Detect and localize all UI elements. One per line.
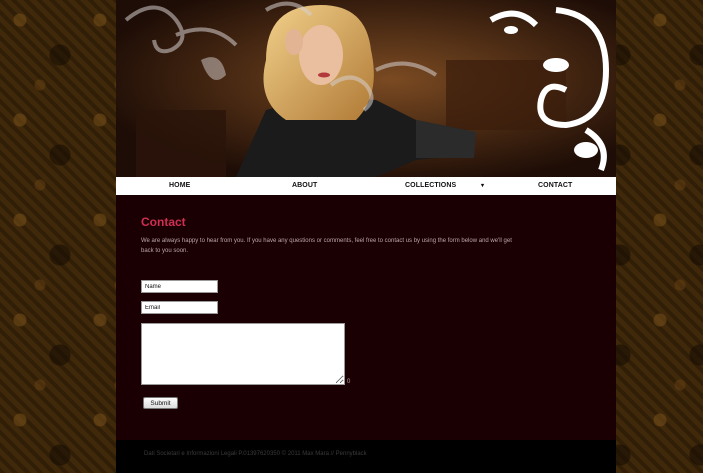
page-container: HOME ABOUT COLLECTIONS ▾ CONTACT Contact…	[116, 0, 616, 473]
nav-item-about[interactable]: ABOUT	[292, 177, 317, 195]
nav-item-home[interactable]: HOME	[169, 177, 190, 195]
name-field[interactable]	[141, 280, 218, 293]
nav-item-contact[interactable]: CONTACT	[538, 177, 572, 195]
footer-legal-text: Dati Societari e Informazioni Legali P.0…	[144, 451, 367, 457]
page-title: Contact	[141, 215, 186, 229]
footer: Dati Societari e Informazioni Legali P.0…	[116, 440, 616, 473]
email-field[interactable]	[141, 301, 218, 314]
submit-button[interactable]: Submit	[143, 397, 178, 409]
header-banner	[116, 0, 616, 177]
message-textarea[interactable]	[141, 323, 345, 385]
nav-item-collections[interactable]: COLLECTIONS	[405, 177, 456, 195]
contact-section: Contact We are always happy to hear from…	[116, 195, 616, 440]
banner-photo	[116, 0, 616, 177]
intro-text: We are always happy to hear from you. If…	[141, 238, 512, 254]
character-counter: 0	[347, 379, 351, 385]
chevron-down-icon[interactable]: ▾	[481, 177, 484, 195]
main-nav: HOME ABOUT COLLECTIONS ▾ CONTACT	[116, 177, 616, 195]
